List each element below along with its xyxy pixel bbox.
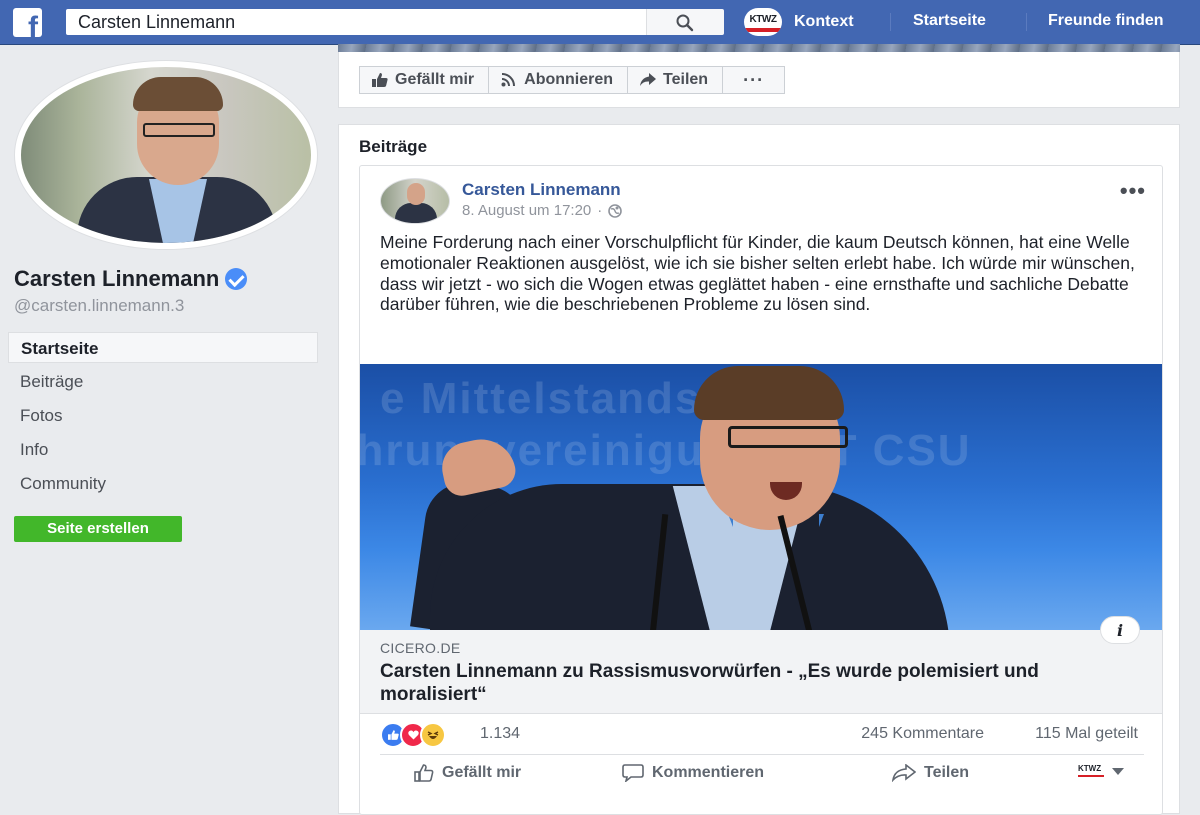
page-avatar-stripe: [1078, 775, 1104, 777]
comments-count[interactable]: 245 Kommentare: [861, 725, 984, 743]
create-page-button[interactable]: Seite erstellen: [14, 516, 182, 542]
posts-heading: Beiträge: [359, 137, 428, 156]
post-card: Carsten Linnemann 8. August um 17:20 · •…: [359, 165, 1163, 815]
photo-glasses: [143, 123, 215, 137]
top-navigation-bar: f Carsten Linnemann KTWZ Kontext Startse…: [0, 0, 1200, 45]
post-as-page-selector[interactable]: KTWZ: [1078, 764, 1124, 778]
globe-icon: [608, 203, 623, 218]
image-hair: [694, 366, 844, 420]
nav-divider: [1026, 13, 1027, 31]
post-author-link[interactable]: Carsten Linnemann: [462, 180, 621, 200]
sidebar-item-community[interactable]: Community: [8, 468, 318, 499]
page-profile-picture[interactable]: [14, 60, 318, 250]
post-meta: 8. August um 17:20 ·: [462, 202, 623, 219]
comment-icon: [622, 764, 644, 782]
post-action-bar: Gefällt mir Kommentieren Teilen KTWZ: [380, 758, 1144, 798]
avatar-jacket: [395, 203, 437, 223]
post-link-image[interactable]: e Mittelstands-und ehrungvereinigung MIT…: [360, 364, 1162, 630]
page-sidebar-nav: Startseite Beiträge Fotos Info Community: [8, 332, 318, 502]
rss-icon: [501, 73, 517, 87]
profile-avatar-text: KTWZ: [749, 14, 777, 25]
find-friends-link[interactable]: Freunde finden: [1048, 12, 1164, 30]
cover-photo: [338, 44, 1180, 52]
search-icon: [676, 14, 694, 32]
profile-avatar-stripe: [744, 28, 782, 32]
chevron-down-icon: [1112, 767, 1124, 775]
thumbs-up-icon: [372, 73, 388, 87]
sidebar-item-photos[interactable]: Fotos: [8, 400, 318, 431]
comment-label: Kommentieren: [652, 764, 765, 781]
verified-badge-icon: [225, 268, 248, 290]
follow-button[interactable]: Abonnieren: [488, 66, 629, 94]
post-like-button[interactable]: Gefällt mir: [414, 764, 521, 782]
link-domain: CICERO.DE: [380, 640, 461, 656]
reactions-count[interactable]: 1.134: [480, 725, 520, 743]
page-share-label: Teilen: [663, 71, 709, 88]
profile-photo: [21, 67, 311, 243]
search-button[interactable]: [646, 9, 724, 35]
link-title[interactable]: Carsten Linnemann zu Rassismusvorwürfen …: [380, 660, 1120, 706]
info-button[interactable]: i: [1100, 616, 1140, 644]
page-like-button[interactable]: Gefällt mir: [359, 66, 490, 94]
page-actions-bar: Gefällt mir Abonnieren Teilen ···: [338, 52, 1180, 108]
sidebar-item-info[interactable]: Info: [8, 434, 318, 465]
thumbs-up-icon: [414, 764, 434, 782]
search-input[interactable]: Carsten Linnemann: [66, 9, 646, 35]
shares-count[interactable]: 115 Mal geteilt: [1035, 725, 1138, 743]
comment-button[interactable]: Kommentieren: [622, 764, 764, 782]
page-like-label: Gefällt mir: [395, 71, 475, 88]
page-avatar-text: KTWZ: [1078, 764, 1102, 773]
image-glasses: [728, 426, 848, 448]
page-share-button[interactable]: Teilen: [627, 66, 724, 94]
meta-separator: ·: [597, 202, 603, 219]
facebook-logo-letter: f: [28, 11, 38, 38]
posts-section: Beiträge Carsten Linnemann 8. August um …: [338, 124, 1180, 815]
photo-hair: [133, 77, 223, 111]
page-title-text: Carsten Linnemann: [14, 266, 220, 291]
profile-name: Kontext: [794, 13, 854, 30]
more-options-button[interactable]: ···: [722, 66, 786, 94]
home-link[interactable]: Startseite: [913, 12, 986, 30]
post-share-label: Teilen: [924, 764, 970, 781]
profile-link[interactable]: KTWZ Kontext: [744, 8, 854, 36]
nav-divider: [890, 13, 891, 31]
post-timestamp[interactable]: 8. August um 17:20: [462, 202, 591, 219]
page-avatar: KTWZ: [1078, 764, 1104, 778]
post-message: Meine Forderung nach einer Vorschulpflic…: [380, 232, 1135, 315]
page-title: Carsten Linnemann: [14, 266, 248, 292]
profile-avatar: KTWZ: [744, 8, 782, 36]
post-options-button[interactable]: •••: [1120, 178, 1146, 204]
reactions-summary: 1.134 245 Kommentare 115 Mal geteilt: [380, 722, 1144, 748]
post-share-button[interactable]: Teilen: [892, 764, 969, 782]
link-preview[interactable]: i CICERO.DE Carsten Linnemann zu Rassism…: [360, 616, 1162, 714]
sidebar-item-home[interactable]: Startseite: [8, 332, 318, 363]
share-arrow-icon: [892, 764, 916, 782]
post-like-label: Gefällt mir: [442, 764, 522, 781]
page-handle: @carsten.linnemann.3: [14, 296, 185, 315]
haha-reaction-icon: [420, 722, 446, 748]
reaction-icons[interactable]: [380, 722, 446, 748]
divider: [380, 754, 1144, 755]
facebook-logo[interactable]: f: [13, 8, 42, 37]
avatar-face: [407, 183, 425, 205]
post-author-avatar[interactable]: [380, 178, 450, 224]
sidebar-item-posts[interactable]: Beiträge: [8, 366, 318, 397]
follow-label: Abonnieren: [524, 71, 614, 88]
share-arrow-icon: [640, 73, 657, 87]
